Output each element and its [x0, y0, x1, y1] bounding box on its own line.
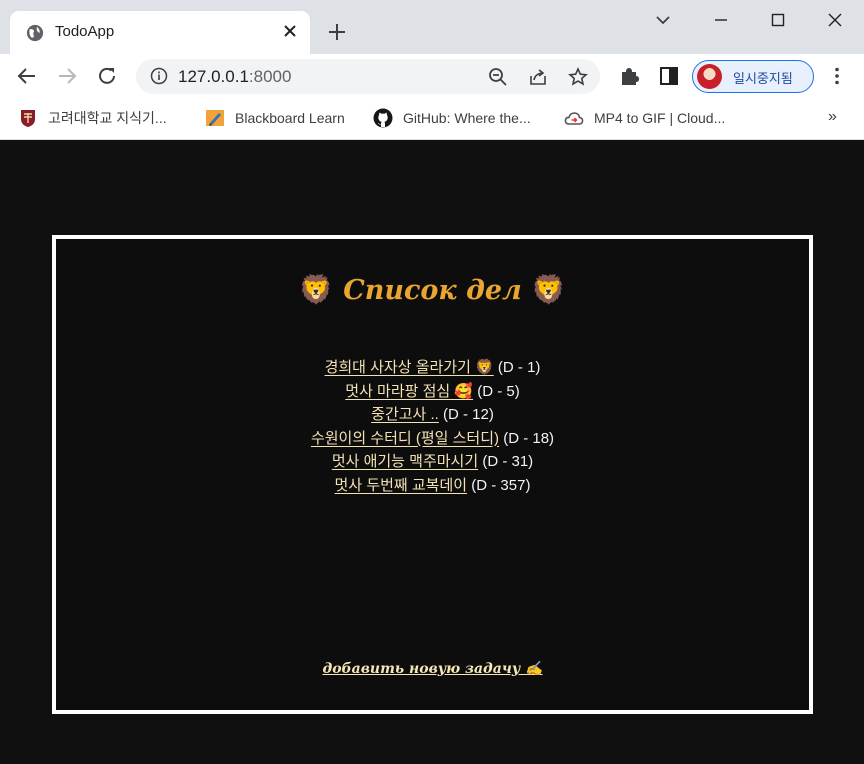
close-tab-icon[interactable] [280, 21, 300, 41]
url-port: :8000 [248, 67, 292, 86]
todo-item: 멋사 애기능 맥주마시기 (D - 31) [56, 450, 809, 474]
bookmark-label: 고려대학교 지식기... [48, 110, 167, 126]
todo-link[interactable]: 멋사 마라팡 점심 🥰 [345, 383, 473, 400]
todo-dday: (D - 357) [471, 476, 531, 494]
back-arrow-icon[interactable] [16, 65, 38, 87]
todo-item: 수원이의 수터디 (평일 스터디) (D - 18) [56, 427, 809, 451]
page-title-text: Список дел [343, 275, 522, 306]
zoom-out-icon[interactable] [488, 67, 508, 87]
todo-item: 경희대 사자상 올라가기 🦁 (D - 1) [56, 356, 809, 380]
bookmark-github[interactable]: GitHub: Where the... [373, 107, 531, 129]
todo-dday: (D - 12) [443, 406, 494, 423]
page-viewport: 🦁 Список дел 🦁 경희대 사자상 올라가기 🦁 (D - 1) 멋사… [0, 140, 864, 764]
side-panel-icon[interactable] [658, 65, 680, 87]
todo-dday: (D - 5) [477, 382, 520, 400]
todo-item: 멋사 두번째 교복데이 (D - 357) [56, 474, 809, 498]
todo-list: 경희대 사자상 올라가기 🦁 (D - 1) 멋사 마라팡 점심 🥰 (D - … [56, 356, 809, 497]
todo-link[interactable]: 수원이의 수터디 (평일 스터디) [311, 430, 499, 447]
todo-item: 중간고사 .. (D - 12) [56, 403, 809, 427]
add-task-link[interactable]: добавить новую задачу ✍ [56, 661, 809, 677]
profile-status: 일시중지됨 [733, 71, 793, 86]
github-icon [373, 108, 393, 128]
bookmark-mp4-to-gif[interactable]: MP4 to GIF | Cloud... [564, 107, 725, 129]
bookmark-star-icon[interactable] [568, 67, 588, 87]
globe-icon [26, 24, 44, 42]
university-crest-icon [21, 110, 35, 127]
tab-strip: TodoApp [0, 0, 864, 54]
todo-card: 🦁 Список дел 🦁 경희대 사자상 올라가기 🦁 (D - 1) 멋사… [52, 235, 813, 714]
blackboard-pencil-icon [206, 110, 224, 126]
url-text[interactable]: 127.0.0.1:8000 [178, 67, 291, 87]
browser-toolbar: 127.0.0.1:8000 일시중지됨 [0, 54, 864, 98]
todo-link[interactable]: 경희대 사자상 올라가기 🦁 [325, 359, 494, 376]
tab-search-icon[interactable] [651, 8, 675, 32]
minimize-icon[interactable] [709, 8, 733, 32]
new-tab-icon[interactable] [327, 22, 347, 42]
address-bar[interactable]: 127.0.0.1:8000 [136, 59, 600, 94]
todo-link[interactable]: 멋사 애기능 맥주마시기 [332, 453, 478, 470]
page-title: 🦁 Список дел 🦁 [56, 273, 809, 306]
profile-button[interactable]: 일시중지됨 [692, 60, 814, 93]
bookmarks-bar: 고려대학교 지식기... Blackboard Learn GitHub: Wh… [0, 98, 864, 140]
lion-emoji-right: 🦁 [531, 273, 567, 306]
browser-tab[interactable]: TodoApp [10, 11, 310, 54]
todo-dday: (D - 31) [482, 453, 534, 470]
share-icon[interactable] [528, 67, 548, 87]
bookmark-korea-university[interactable]: 고려대학교 지식기... [18, 107, 167, 129]
url-host: 127.0.0.1 [178, 67, 249, 86]
forward-arrow-icon[interactable] [56, 65, 78, 87]
bookmark-label: GitHub: Where the... [403, 110, 531, 126]
tab-title: TodoApp [55, 23, 115, 40]
todo-link[interactable]: 중간고사 .. [371, 406, 439, 423]
maximize-icon[interactable] [766, 8, 790, 32]
todo-dday: (D - 18) [503, 429, 555, 447]
bookmark-blackboard[interactable]: Blackboard Learn [205, 107, 345, 129]
lion-emoji-left: 🦁 [298, 273, 334, 306]
cloud-convert-icon [564, 112, 584, 125]
reload-icon[interactable] [96, 65, 118, 87]
extensions-puzzle-icon[interactable] [618, 65, 640, 87]
bookmark-label: Blackboard Learn [235, 110, 345, 126]
close-window-icon[interactable] [823, 8, 847, 32]
todo-link[interactable]: 멋사 두번째 교복데이 [335, 477, 468, 494]
avatar [697, 64, 722, 89]
more-bookmarks-button[interactable]: » [828, 108, 837, 126]
site-info-icon[interactable] [150, 67, 168, 85]
todo-item: 멋사 마라팡 점심 🥰 (D - 5) [56, 380, 809, 404]
bookmark-label: MP4 to GIF | Cloud... [594, 110, 726, 126]
todo-dday: (D - 1) [497, 359, 541, 376]
more-menu-icon[interactable] [826, 65, 848, 87]
